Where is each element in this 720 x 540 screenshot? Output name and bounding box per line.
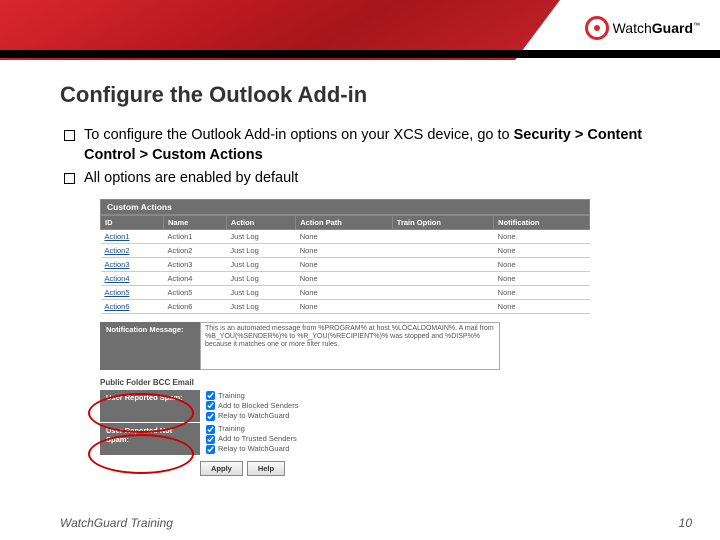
actions-table: ID Name Action Action Path Train Option … (100, 215, 590, 314)
checkbox-icon[interactable] (206, 391, 215, 400)
bullet-list: To configure the Outlook Add-in options … (60, 126, 680, 189)
th-path: Action Path (296, 215, 393, 229)
embedded-screenshot: Custom Actions ID Name Action Action Pat… (100, 199, 590, 477)
cell-action: Just Log (226, 271, 295, 285)
table-row: Action6Action6Just LogNoneNone (101, 299, 590, 313)
checkbox-icon[interactable] (206, 425, 215, 434)
cb-notspam-trusted[interactable]: Add to Trusted Senders (206, 434, 297, 444)
bullet-2: All options are enabled by default (60, 169, 680, 189)
checkbox-icon[interactable] (206, 401, 215, 410)
footer-left: WatchGuard Training (60, 516, 173, 530)
logo-tm: ™ (693, 22, 700, 29)
logo-ring-icon (585, 16, 609, 40)
cell-train (392, 299, 493, 313)
checkbox-icon[interactable] (206, 445, 215, 454)
cell-action: Just Log (226, 243, 295, 257)
th-notif: Notification (494, 215, 590, 229)
cell-notif: None (494, 229, 590, 243)
cb-spam-blocked[interactable]: Add to Blocked Senders (206, 401, 298, 411)
logo-pre: Watch (613, 20, 652, 36)
th-name: Name (163, 215, 226, 229)
cell-name: Action1 (163, 229, 226, 243)
cell-action: Just Log (226, 285, 295, 299)
cb-notspam-training[interactable]: Training (206, 424, 297, 434)
cell-name: Action2 (163, 243, 226, 257)
cell-id[interactable]: Action1 (101, 229, 164, 243)
cell-notif: None (494, 243, 590, 257)
cell-path: None (296, 229, 393, 243)
cell-id[interactable]: Action3 (101, 257, 164, 271)
th-id: ID (101, 215, 164, 229)
cb-spam-relay[interactable]: Relay to WatchGuard (206, 411, 298, 421)
cell-path: None (296, 271, 393, 285)
help-button[interactable]: Help (247, 461, 285, 476)
cb-spam-training[interactable]: Training (206, 391, 298, 401)
cell-train (392, 243, 493, 257)
table-row: Action3Action3Just LogNoneNone (101, 257, 590, 271)
checkbox-icon[interactable] (206, 412, 215, 421)
cell-id[interactable]: Action6 (101, 299, 164, 313)
cell-path: None (296, 257, 393, 271)
cell-action: Just Log (226, 299, 295, 313)
slide-footer: WatchGuard Training 10 (60, 516, 692, 530)
cell-train (392, 285, 493, 299)
cell-name: Action3 (163, 257, 226, 271)
cb-notspam-relay[interactable]: Relay to WatchGuard (206, 444, 297, 454)
apply-button[interactable]: Apply (200, 461, 243, 476)
th-train: Train Option (392, 215, 493, 229)
notif-label: Notification Message: (100, 322, 200, 370)
section-custom-actions: Custom Actions (100, 199, 590, 215)
bullet-1: To configure the Outlook Add-in options … (60, 126, 680, 165)
cell-path: None (296, 285, 393, 299)
cell-train (392, 257, 493, 271)
cell-train (392, 271, 493, 285)
th-action: Action (226, 215, 295, 229)
cell-notif: None (494, 271, 590, 285)
cell-train (392, 229, 493, 243)
cell-action: Just Log (226, 257, 295, 271)
cell-notif: None (494, 299, 590, 313)
cell-name: Action5 (163, 285, 226, 299)
table-row: Action5Action5Just LogNoneNone (101, 285, 590, 299)
table-row: Action2Action2Just LogNoneNone (101, 243, 590, 257)
notif-textarea[interactable]: This is an automated message from %PROGR… (200, 322, 500, 370)
slide-title: Configure the Outlook Add-in (60, 82, 680, 108)
cell-notif: None (494, 285, 590, 299)
callout-oval-1 (88, 393, 194, 433)
cell-path: None (296, 299, 393, 313)
logo-post: Guard (652, 20, 693, 36)
page-number: 10 (679, 516, 692, 530)
checkbox-icon[interactable] (206, 435, 215, 444)
cell-path: None (296, 243, 393, 257)
table-row: Action4Action4Just LogNoneNone (101, 271, 590, 285)
brand-logo: WatchGuard™ (585, 16, 700, 40)
notification-row: Notification Message: This is an automat… (100, 322, 590, 370)
cell-notif: None (494, 257, 590, 271)
settings-section-title: Public Folder BCC Email (100, 378, 590, 387)
cell-id[interactable]: Action2 (101, 243, 164, 257)
cell-name: Action4 (163, 271, 226, 285)
cell-id[interactable]: Action5 (101, 285, 164, 299)
header-black-stripe (0, 50, 720, 58)
bullet-1-text: To configure the Outlook Add-in options … (84, 127, 514, 143)
table-row: Action1Action1Just LogNoneNone (101, 229, 590, 243)
callout-oval-2 (88, 434, 194, 474)
cell-action: Just Log (226, 229, 295, 243)
cell-id[interactable]: Action4 (101, 271, 164, 285)
settings-block: Public Folder BCC Email User Reported Sp… (100, 378, 590, 477)
cell-name: Action6 (163, 299, 226, 313)
